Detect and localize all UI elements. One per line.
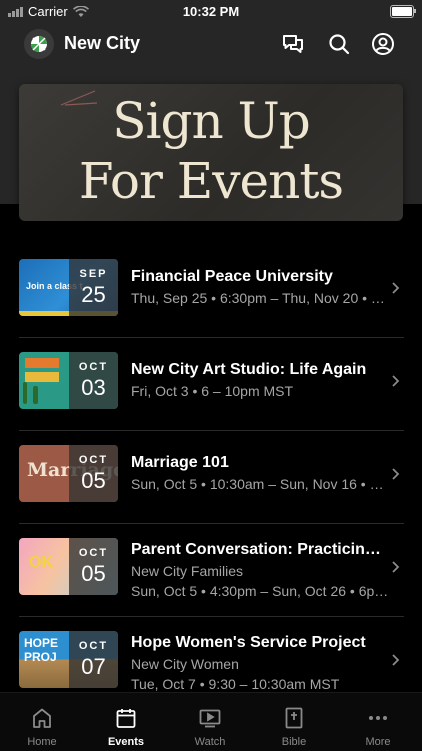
search-icon[interactable] — [327, 32, 351, 56]
event-row[interactable]: Marriage OCT 05 Marriage 101 Sun, Oct 5 … — [0, 431, 422, 524]
event-group: New City Women — [131, 656, 239, 672]
chevron-right-icon — [392, 561, 400, 573]
status-bar: Carrier 10:32 PM — [0, 0, 422, 24]
sign-up-banner[interactable]: Sign Up For Events — [19, 84, 403, 221]
event-title: New City Art Studio: Life Again — [131, 361, 367, 378]
banner-title-line-1: Sign Up — [112, 92, 311, 150]
event-row[interactable]: OCT 03 New City Art Studio: Life Again F… — [0, 338, 422, 431]
event-title: Financial Peace University — [131, 268, 333, 285]
date-day: 05 — [81, 468, 106, 493]
play-icon — [199, 709, 221, 728]
chevron-right-icon — [392, 468, 400, 480]
tab-more[interactable]: More — [336, 693, 420, 751]
battery-icon — [390, 5, 416, 18]
church-logo-icon[interactable] — [24, 29, 54, 59]
profile-icon[interactable] — [371, 32, 395, 56]
event-list: Join a class t SEP 25 Financial Peace Un… — [0, 245, 422, 709]
event-row[interactable]: Join a class t SEP 25 Financial Peace Un… — [0, 245, 422, 338]
event-thumbnail: Join a class t SEP 25 — [19, 259, 118, 316]
date-badge: OCT 07 — [69, 631, 118, 688]
date-badge: SEP 25 — [69, 259, 118, 316]
date-month: OCT — [78, 547, 109, 559]
event-thumbnail: HOPE PROJ OCT 07 — [19, 631, 118, 688]
event-detail: Sun, Oct 5 • 4:30pm – Sun, Oct 26 • 6pm … — [131, 583, 389, 599]
date-badge: OCT 05 — [69, 538, 118, 595]
event-group: New City Families — [131, 563, 244, 579]
date-month: OCT — [78, 454, 109, 466]
chevron-right-icon — [392, 654, 400, 666]
messages-icon[interactable] — [281, 32, 305, 56]
date-day: 07 — [81, 654, 106, 679]
date-month: OCT — [78, 361, 109, 373]
event-thumbnail: OCT 03 — [19, 352, 118, 409]
date-day: 25 — [81, 282, 106, 307]
tab-label: Events — [107, 736, 145, 748]
event-thumbnail: Marriage OCT 05 — [19, 445, 118, 502]
date-badge: OCT 05 — [69, 445, 118, 502]
chevron-right-icon — [392, 375, 400, 387]
app-title: New City — [64, 33, 141, 53]
event-detail: Sun, Oct 5 • 10:30am – Sun, Nov 16 • 12p… — [131, 476, 389, 492]
event-title: Hope Women's Service Project — [131, 634, 366, 651]
status-time: 10:32 PM — [182, 4, 240, 19]
tab-bar: Home Events Watch Bible More — [0, 692, 422, 751]
event-row[interactable]: OK OCT 05 Parent Conversation: Practicin… — [0, 524, 422, 617]
banner-title-line-2: For Events — [78, 152, 344, 210]
date-day: 05 — [81, 561, 106, 586]
event-detail: Thu, Sep 25 • 6:30pm – Thu, Nov 20 • 8pm… — [131, 290, 389, 306]
event-detail: Fri, Oct 3 • 6 – 10pm MST — [131, 383, 294, 399]
tab-events[interactable]: Events — [84, 693, 168, 751]
date-month: OCT — [78, 640, 109, 652]
event-title: Marriage 101 — [131, 454, 229, 471]
date-badge: OCT 03 — [69, 352, 118, 409]
bible-icon — [285, 707, 303, 729]
calendar-icon — [116, 709, 136, 728]
tab-label: Bible — [281, 736, 307, 748]
date-month: SEP — [79, 268, 108, 280]
tab-bible[interactable]: Bible — [252, 693, 336, 751]
app-bar: New City — [0, 24, 422, 64]
date-day: 03 — [81, 375, 106, 400]
more-icon — [369, 716, 387, 720]
tab-home[interactable]: Home — [0, 693, 84, 751]
thumbnail-caption: OK — [29, 554, 53, 571]
tab-label: More — [365, 736, 391, 748]
thumbnail-caption: HOPE PROJ — [24, 636, 59, 664]
event-detail: Tue, Oct 7 • 9:30 – 10:30am MST — [131, 676, 340, 692]
tab-watch[interactable]: Watch — [168, 693, 252, 751]
event-thumbnail: OK OCT 05 — [19, 538, 118, 595]
home-icon — [33, 708, 51, 728]
tab-label: Watch — [194, 736, 226, 748]
event-title: Parent Conversation: Practicing Faith at… — [131, 541, 389, 558]
tab-label: Home — [27, 736, 57, 748]
chevron-right-icon — [392, 282, 400, 294]
